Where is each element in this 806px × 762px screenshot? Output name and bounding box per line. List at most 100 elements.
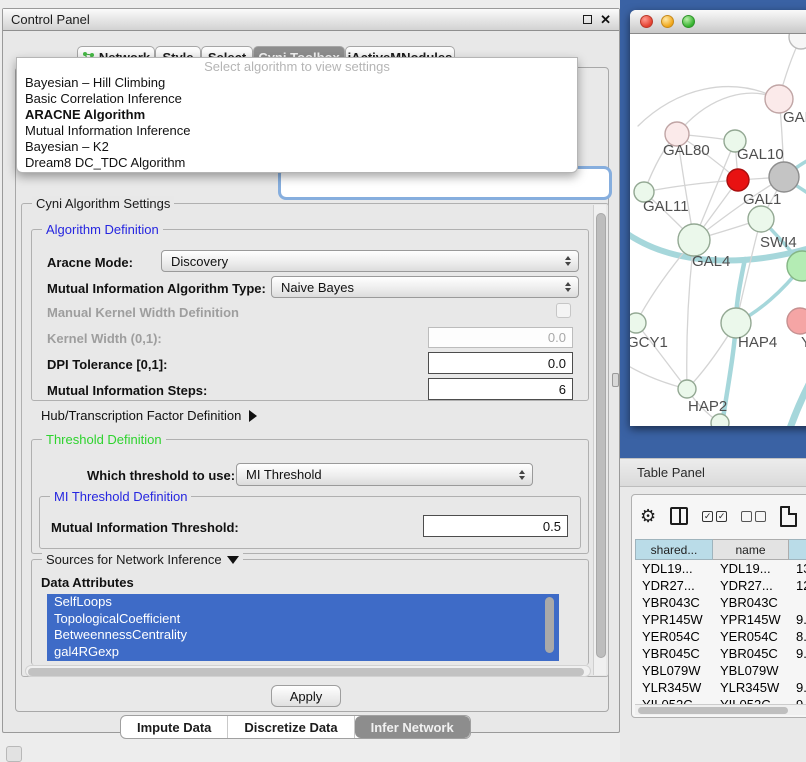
table-column-header[interactable] (789, 539, 806, 560)
control-panel-titlebar: Control Panel ✕ (3, 9, 619, 31)
float-window-icon[interactable] (583, 15, 592, 24)
mi-type-combo[interactable]: Naive Bayes (271, 276, 579, 298)
network-edge (644, 180, 738, 192)
table-column-header[interactable]: shared... (635, 539, 713, 560)
algorithm-option[interactable]: Bayesian – Hill Climbing (17, 75, 577, 91)
kernel-width-value: 0.0 (548, 330, 566, 345)
column-split-icon[interactable] (670, 507, 688, 525)
network-node[interactable] (678, 380, 696, 398)
mi-threshold-group-title: MI Threshold Definition (50, 489, 191, 504)
network-edge (677, 93, 779, 134)
table-row[interactable]: YLR345WYLR345W9. (635, 679, 806, 696)
mi-threshold-label: Mutual Information Threshold: (51, 520, 239, 535)
tab-infer-network[interactable]: Infer Network (355, 716, 470, 738)
algorithm-option[interactable]: ARACNE Algorithm (17, 107, 577, 123)
network-node[interactable] (769, 162, 799, 192)
apply-label: Apply (290, 689, 323, 704)
data-attributes-label: Data Attributes (41, 575, 134, 590)
network-node[interactable] (678, 224, 710, 256)
checked-boxes-icon[interactable]: ✓✓ (702, 511, 727, 522)
minimize-traffic-light-icon[interactable] (661, 15, 674, 28)
unchecked-boxes-icon[interactable] (741, 511, 766, 522)
bottom-tab-bar: Impute Data Discretize Data Infer Networ… (120, 715, 471, 739)
algorithm-option[interactable]: Mutual Information Inference (17, 123, 577, 139)
network-node-label: SWI4 (760, 234, 797, 251)
network-node-label: GAL4 (692, 253, 730, 270)
sources-group-title[interactable]: Sources for Network Inference (42, 552, 243, 567)
network-node-label: GCY1 (630, 334, 668, 351)
network-node[interactable] (630, 313, 646, 333)
table-row[interactable]: YER054CYER054C8. (635, 628, 806, 645)
table-row[interactable]: YBR043CYBR043C (635, 594, 806, 611)
table-row[interactable]: YPR145WYPR145W9. (635, 611, 806, 628)
table-panel-window: ⚙ ✓✓ shared...nameYDL19...YDL19...13YDR2… (631, 494, 806, 718)
table-cell: YBR043C (713, 594, 789, 611)
settings-vertical-scrollbar[interactable] (593, 205, 606, 675)
network-node[interactable] (727, 169, 749, 191)
network-node-label: GAL80 (663, 142, 710, 159)
network-node[interactable] (748, 206, 774, 232)
table-cell: YER054C (635, 628, 713, 645)
attributes-list-scrollbar[interactable] (544, 595, 555, 660)
kernel-width-field[interactable]: 0.0 (428, 327, 573, 348)
zoom-traffic-light-icon[interactable] (682, 15, 695, 28)
network-canvas[interactable]: GALGAL80GAL10GAL1GAL11SWI4GAL4GCY1HAP4YH… (630, 34, 806, 426)
table-cell: YPR145W (713, 611, 789, 628)
tab-discretize-data[interactable]: Discretize Data (228, 716, 354, 738)
data-attribute-item[interactable]: gal4RGexp (47, 644, 559, 661)
network-node-label: GAL (783, 109, 806, 126)
network-node[interactable] (789, 34, 806, 49)
table-cell: 12 (789, 577, 806, 594)
stepper-icon (519, 470, 525, 480)
network-node[interactable] (711, 414, 729, 426)
data-attribute-item[interactable]: TopologicalCoefficient (47, 611, 559, 628)
panel-resize-grip[interactable] (612, 373, 619, 387)
network-node-label: GAL10 (737, 146, 784, 163)
table-row[interactable]: YBL079WYBL079W (635, 662, 806, 679)
table-cell: YDL19... (713, 560, 789, 577)
data-attributes-list[interactable]: SelfLoopsTopologicalCoefficientBetweenne… (47, 594, 559, 661)
network-node-label: HAP2 (688, 398, 727, 415)
apply-button[interactable]: Apply (271, 685, 341, 707)
dpi-tolerance-label: DPI Tolerance [0,1]: (47, 357, 167, 372)
mi-threshold-value: 0.5 (543, 519, 561, 534)
algorithm-option[interactable]: Bayesian – K2 (17, 139, 577, 155)
network-node[interactable] (787, 308, 806, 334)
hub-definition-toggle[interactable]: Hub/Transcription Factor Definition (41, 408, 257, 423)
close-traffic-light-icon[interactable] (640, 15, 653, 28)
close-icon[interactable]: ✕ (600, 13, 611, 26)
table-column-header[interactable]: name (713, 539, 789, 560)
table-panel-title: Table Panel (637, 465, 705, 480)
table-horizontal-scrollbar[interactable] (635, 704, 806, 715)
expand-right-icon (249, 410, 257, 422)
data-attribute-item[interactable]: SelfLoops (47, 594, 559, 611)
network-view-window: GALGAL80GAL10GAL1GAL11SWI4GAL4GCY1HAP4YH… (630, 10, 806, 426)
manual-kernel-label: Manual Kernel Width Definition (47, 305, 239, 320)
table-row[interactable]: YDL19...YDL19...13 (635, 560, 806, 577)
network-edge (636, 323, 687, 389)
corner-grip[interactable] (6, 746, 22, 762)
which-threshold-combo[interactable]: MI Threshold (236, 463, 533, 486)
manual-kernel-checkbox[interactable] (556, 303, 571, 318)
settings-horizontal-scrollbar[interactable] (25, 665, 591, 677)
data-attribute-item[interactable]: BetweennessCentrality (47, 627, 559, 644)
table-row[interactable]: YBR045CYBR045C9. (635, 645, 806, 662)
mi-type-value: Naive Bayes (281, 280, 354, 295)
table-cell: 9. (789, 679, 806, 696)
mi-steps-field[interactable]: 6 (428, 378, 573, 400)
mi-threshold-field[interactable]: 0.5 (423, 515, 568, 537)
network-window-titlebar (630, 10, 806, 34)
table-row[interactable]: YDR27...YDR27...12 (635, 577, 806, 594)
table-panel-region: Table Panel ⚙ ✓✓ shared...nameYDL19...YD… (620, 458, 806, 762)
hub-definition-label: Hub/Transcription Factor Definition (41, 408, 241, 423)
algorithm-option[interactable]: Dream8 DC_TDC Algorithm (17, 155, 577, 171)
gear-icon[interactable]: ⚙ (640, 507, 656, 525)
table-cell: YBL079W (635, 662, 713, 679)
aracne-mode-combo[interactable]: Discovery (161, 250, 579, 272)
table-cell: YDL19... (635, 560, 713, 577)
network-node-label: Y (801, 334, 806, 351)
document-icon[interactable] (780, 506, 797, 527)
tab-impute-data[interactable]: Impute Data (121, 716, 228, 738)
algorithm-option[interactable]: Basic Correlation Inference (17, 91, 577, 107)
dpi-tolerance-field[interactable]: 0.0 (428, 352, 573, 374)
